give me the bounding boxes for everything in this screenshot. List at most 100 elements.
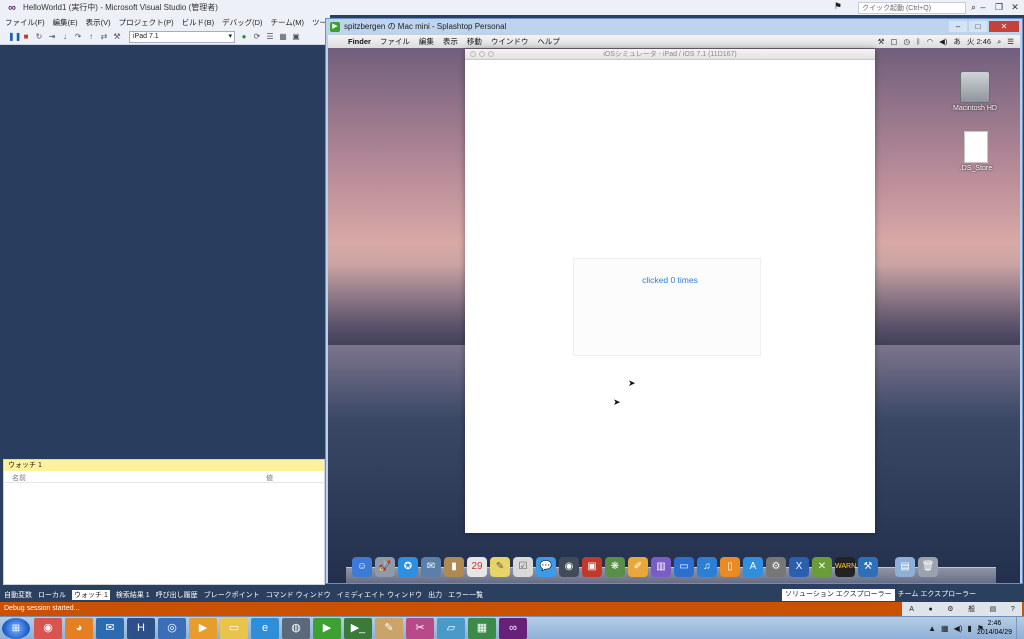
finder-icon[interactable]: ☺ bbox=[352, 557, 372, 577]
tab-immediate-window[interactable]: イミディエイト ウィンドウ bbox=[337, 590, 422, 600]
start-button[interactable]: ⊞ bbox=[2, 617, 30, 639]
ime-mode-icon[interactable]: ● bbox=[928, 606, 932, 613]
quick-launch-input[interactable]: クイック起動 (Ctrl+Q) bbox=[858, 2, 966, 14]
power-icon[interactable]: ▮ bbox=[967, 624, 971, 633]
tab-command-window[interactable]: コマンド ウィンドウ bbox=[266, 590, 331, 600]
step-out-icon[interactable]: ↑ bbox=[86, 32, 96, 42]
zoom-light-icon[interactable] bbox=[488, 51, 494, 57]
mac-menu-edit[interactable]: 編集 bbox=[419, 36, 434, 47]
thunderbird-icon[interactable]: ✉ bbox=[96, 617, 124, 639]
hex-display-icon[interactable]: ⇄ bbox=[99, 32, 109, 42]
app-store-icon[interactable]: A bbox=[743, 557, 763, 577]
show-hidden-icons-icon[interactable]: ▲ bbox=[928, 624, 936, 633]
tab-error-list[interactable]: エラー一覧 bbox=[448, 590, 483, 600]
close-button[interactable]: ✕ bbox=[1008, 1, 1022, 13]
system-preferences-icon[interactable]: ⚙ bbox=[766, 557, 786, 577]
globe-icon[interactable]: ◎ bbox=[158, 617, 186, 639]
wifi-icon[interactable]: ◠ bbox=[927, 37, 934, 46]
tab-call-stack[interactable]: 呼び出し履歴 bbox=[156, 590, 198, 600]
sync-icon[interactable]: ⟳ bbox=[252, 32, 262, 42]
splashtop-minimize-button[interactable]: – bbox=[949, 21, 967, 32]
explorer-icon[interactable]: ▭ bbox=[220, 617, 248, 639]
show-next-statement-icon[interactable]: ⇥ bbox=[47, 32, 57, 42]
firefox-icon[interactable]: ◕ bbox=[65, 617, 93, 639]
spotlight-icon[interactable]: ⌕ bbox=[997, 37, 1001, 47]
ime-settings-icon[interactable]: ⚙ bbox=[947, 605, 953, 613]
tab-watch-1[interactable]: ウォッチ 1 bbox=[72, 590, 110, 600]
time-machine-icon[interactable]: ◷ bbox=[904, 37, 911, 46]
column-name-header[interactable]: 名前 bbox=[12, 473, 26, 483]
display-icon[interactable]: ▢ bbox=[890, 37, 897, 46]
help-icon[interactable]: ? bbox=[1011, 606, 1015, 613]
ime-kana-icon[interactable]: 般 bbox=[968, 604, 975, 614]
terminal-icon[interactable]: ▶_ bbox=[344, 617, 372, 639]
itunes-icon[interactable]: ♫ bbox=[697, 557, 717, 577]
remote-desktop-icon[interactable]: ◍ bbox=[282, 617, 310, 639]
calculator-icon[interactable]: ▦ bbox=[468, 617, 496, 639]
xcode-icon[interactable]: ⚒ bbox=[858, 557, 878, 577]
snipping-tool-icon[interactable]: ✂ bbox=[406, 617, 434, 639]
list-icon[interactable]: ☰ bbox=[265, 32, 275, 42]
facetime-icon[interactable]: ◉ bbox=[559, 557, 579, 577]
menu-view[interactable]: 表示(V) bbox=[86, 17, 111, 28]
reminders-icon[interactable]: ☑ bbox=[513, 557, 533, 577]
mac-clock[interactable]: 火 2:46 bbox=[967, 36, 991, 47]
mac-menu-go[interactable]: 移動 bbox=[467, 36, 482, 47]
hyper-v-icon[interactable]: H bbox=[127, 617, 155, 639]
volume-icon[interactable]: ◀) bbox=[939, 37, 947, 46]
grid-icon[interactable]: ▦ bbox=[278, 32, 288, 42]
contacts-icon[interactable]: ▮ bbox=[444, 557, 464, 577]
show-desktop-button[interactable] bbox=[1016, 617, 1024, 639]
sticky-notes-icon[interactable]: ▱ bbox=[437, 617, 465, 639]
minimize-button[interactable]: – bbox=[976, 1, 990, 13]
step-into-icon[interactable]: ↓ bbox=[60, 32, 70, 42]
tab-find-results[interactable]: 検索結果 1 bbox=[116, 590, 150, 600]
taskbar-clock[interactable]: 2:46 2014/04/29 bbox=[977, 619, 1012, 637]
mac-menu-file[interactable]: ファイル bbox=[380, 36, 410, 47]
notes-icon[interactable]: ✎ bbox=[490, 557, 510, 577]
ime-pad-icon[interactable]: ▤ bbox=[990, 605, 997, 613]
close-light-icon[interactable] bbox=[470, 51, 476, 57]
tab-output[interactable]: 出力 bbox=[428, 590, 442, 600]
bluetooth-icon[interactable]: ᛒ bbox=[916, 37, 921, 46]
menu-project[interactable]: プロジェクト(P) bbox=[119, 17, 174, 28]
restart-icon[interactable]: ↻ bbox=[34, 32, 44, 42]
ds-store-file-icon[interactable]: .DS_Store bbox=[948, 131, 1004, 172]
stop-icon[interactable]: ■ bbox=[21, 32, 31, 42]
trash-icon[interactable]: 🗑 bbox=[918, 557, 938, 577]
ibooks-icon[interactable]: ▯ bbox=[720, 557, 740, 577]
xamarin-icon[interactable]: X bbox=[789, 557, 809, 577]
step-over-icon[interactable]: ↷ bbox=[73, 32, 83, 42]
menu-build[interactable]: ビルド(B) bbox=[182, 17, 215, 28]
ime-a-icon[interactable]: A bbox=[909, 606, 914, 613]
network-icon[interactable]: ▦ bbox=[941, 624, 949, 633]
device-dropdown[interactable]: iPad 7.1 bbox=[129, 30, 235, 43]
numbers-icon[interactable]: ▥ bbox=[651, 557, 671, 577]
downloads-folder-icon[interactable]: ▤ bbox=[895, 557, 915, 577]
menu-team[interactable]: チーム(M) bbox=[271, 17, 305, 28]
click-count-label[interactable]: clicked 0 times bbox=[465, 275, 875, 285]
restore-button[interactable]: ❐ bbox=[992, 1, 1006, 13]
internet-explorer-icon[interactable]: e bbox=[251, 617, 279, 639]
mac-menu-help[interactable]: ヘルプ bbox=[537, 36, 560, 47]
console-icon[interactable]: WARN bbox=[835, 557, 856, 577]
mac-menu-window[interactable]: ウインドウ bbox=[491, 36, 529, 47]
iphoto-icon[interactable]: ❋ bbox=[605, 557, 625, 577]
launchpad-icon[interactable]: 🚀 bbox=[375, 557, 395, 577]
macintosh-hd-icon[interactable]: Macintosh HD bbox=[940, 71, 1010, 112]
tab-breakpoints[interactable]: ブレークポイント bbox=[204, 590, 260, 600]
menu-edit[interactable]: 編集(E) bbox=[53, 17, 78, 28]
chrome-icon[interactable]: ◉ bbox=[34, 617, 62, 639]
tab-solution-explorer[interactable]: ソリューション エクスプローラー bbox=[782, 589, 895, 601]
menu-file[interactable]: ファイル(F) bbox=[5, 17, 45, 28]
menu-debug[interactable]: デバッグ(D) bbox=[222, 17, 262, 28]
calendar-icon[interactable]: 29 bbox=[467, 557, 487, 577]
pause-icon[interactable]: ❚❚ bbox=[8, 32, 21, 42]
mac-menu-finder[interactable]: Finder bbox=[348, 37, 371, 46]
tab-team-explorer[interactable]: チーム エクスプローラー bbox=[895, 589, 980, 601]
xamarin-studio-icon[interactable]: ✕ bbox=[812, 557, 832, 577]
media-player-icon[interactable]: ▶ bbox=[189, 617, 217, 639]
volume-icon[interactable]: ◀) bbox=[954, 624, 963, 633]
notification-center-icon[interactable]: ☰ bbox=[1007, 37, 1014, 46]
device-icon[interactable]: ▣ bbox=[291, 32, 301, 42]
